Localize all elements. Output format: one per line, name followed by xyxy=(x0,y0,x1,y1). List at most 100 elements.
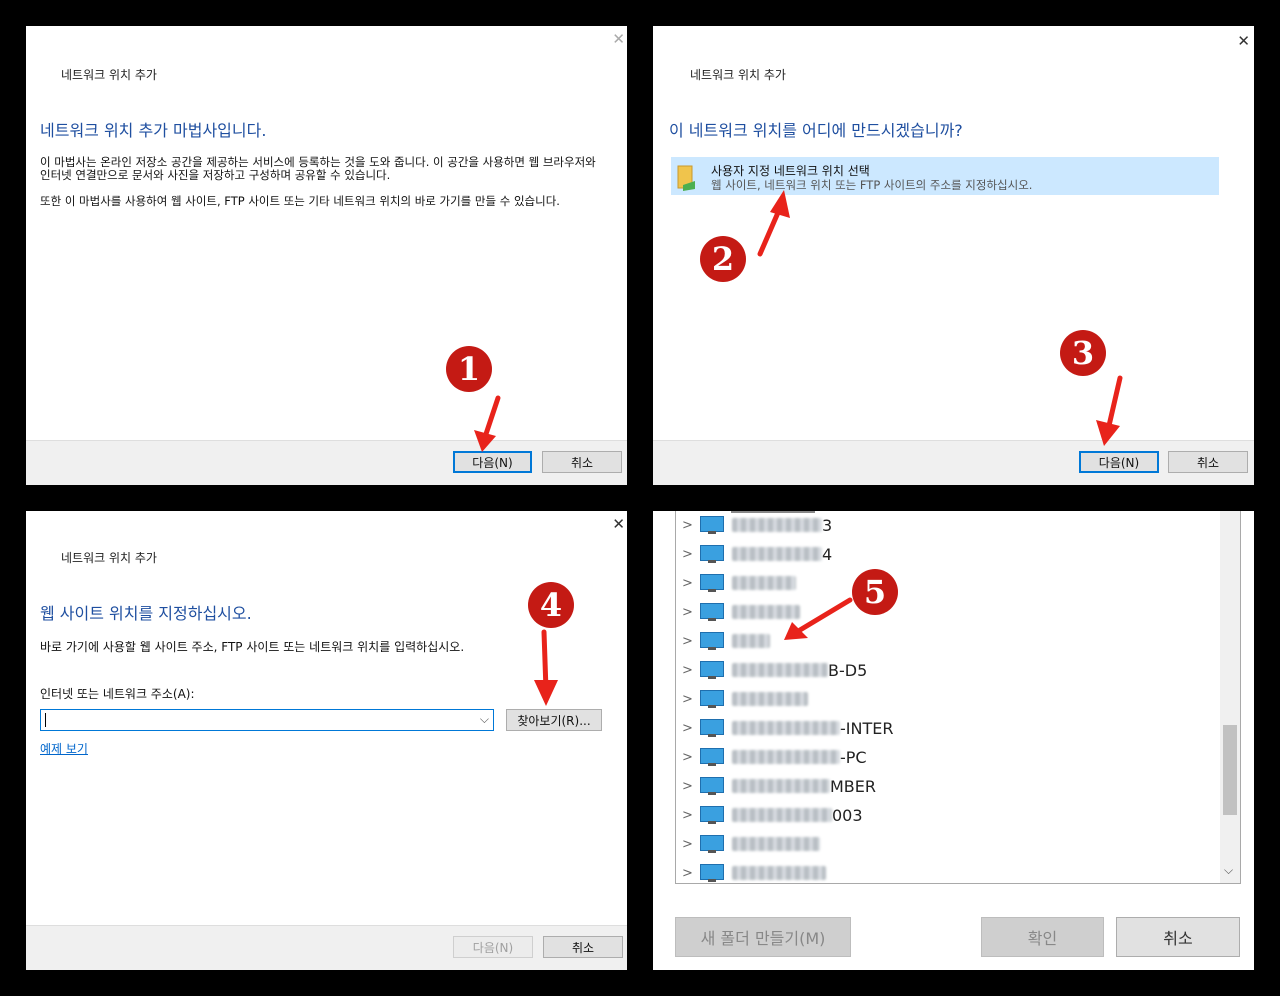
computer-icon xyxy=(700,719,724,737)
ok-button[interactable]: 확인 xyxy=(981,917,1104,957)
close-icon[interactable]: ✕ xyxy=(612,517,625,532)
tree-item[interactable]: > xyxy=(682,685,808,713)
chevron-right-icon[interactable]: > xyxy=(682,692,700,707)
computer-name-suffix: 4 xyxy=(822,544,833,564)
redacted-name xyxy=(732,547,822,561)
close-icon[interactable]: ✕ xyxy=(1237,34,1250,49)
page-heading: 이 네트워크 위치를 어디에 만드시겠습니까? xyxy=(669,121,963,140)
scrollbar-thumb[interactable] xyxy=(1223,725,1237,815)
tree-item[interactable]: > -INTER xyxy=(682,714,893,742)
window-title: 네트워크 위치 추가 xyxy=(690,68,786,82)
tree-item[interactable]: > xyxy=(682,569,796,597)
close-icon[interactable]: ✕ xyxy=(612,32,625,47)
computer-icon xyxy=(700,835,724,853)
step-marker-5: 5 xyxy=(852,569,898,615)
browse-folder-dialog: >3 >4 > > > > B-D5 > > -INTER > -PC > MBER >003 > > ⌵ 새 … xyxy=(653,511,1254,970)
new-folder-button[interactable]: 새 폴더 만들기(M) xyxy=(675,917,851,957)
computer-icon xyxy=(700,777,724,795)
tree-item[interactable]: > MBER xyxy=(682,772,876,800)
computer-icon xyxy=(700,603,724,621)
redacted-name xyxy=(732,518,822,532)
address-input[interactable] xyxy=(45,713,47,727)
redacted-name xyxy=(732,779,830,793)
chevron-right-icon[interactable]: > xyxy=(682,750,700,765)
window-title: 네트워크 위치 추가 xyxy=(61,551,157,565)
redacted-name xyxy=(732,721,840,735)
chevron-right-icon[interactable]: > xyxy=(682,837,700,852)
redacted-name xyxy=(732,605,800,619)
wizard-footer: 다음(N) 취소 xyxy=(653,440,1254,485)
redacted-name xyxy=(732,750,840,764)
computer-icon xyxy=(700,574,724,592)
computer-name-suffix: B-D5 xyxy=(828,660,868,680)
browse-button[interactable]: 찾아보기(R)... xyxy=(506,709,602,731)
redacted-name xyxy=(732,576,796,590)
computer-name-suffix: 3 xyxy=(822,515,833,535)
chevron-right-icon[interactable]: > xyxy=(682,518,700,533)
computer-name-suffix: -INTER xyxy=(840,718,894,738)
chevron-right-icon[interactable]: > xyxy=(682,808,700,823)
redacted-name xyxy=(732,692,808,706)
address-combobox[interactable]: ⌵ xyxy=(40,709,494,731)
page-heading: 웹 사이트 위치를 지정하십시오. xyxy=(40,604,252,623)
tree-item[interactable]: > xyxy=(682,598,800,626)
tree-item[interactable]: > xyxy=(682,627,770,655)
folder-tree[interactable]: >3 >4 > > > > B-D5 > > -INTER > -PC > MBER >003 > > ⌵ xyxy=(675,511,1241,884)
chevron-right-icon[interactable]: > xyxy=(682,663,700,678)
instruction-text: 바로 가기에 사용할 웹 사이트 주소, FTP 사이트 또는 네트워크 위치를… xyxy=(40,641,465,654)
scroll-down-icon[interactable]: ⌵ xyxy=(1224,863,1233,878)
computer-icon xyxy=(700,806,724,824)
tree-item[interactable]: >4 xyxy=(682,540,832,568)
chevron-right-icon[interactable]: > xyxy=(682,779,700,794)
address-label: 인터넷 또는 네트워크 주소(A): xyxy=(40,687,195,701)
computer-icon xyxy=(700,545,724,563)
chevron-right-icon[interactable]: > xyxy=(682,547,700,562)
step-marker-1: 1 xyxy=(446,346,492,392)
tree-item[interactable]: >3 xyxy=(682,511,832,539)
cancel-button[interactable]: 취소 xyxy=(543,936,623,958)
cancel-button[interactable]: 취소 xyxy=(1116,917,1240,957)
chevron-right-icon[interactable]: > xyxy=(682,721,700,736)
tree-item[interactable]: > xyxy=(682,859,826,883)
window-title: 네트워크 위치 추가 xyxy=(61,68,157,82)
chevron-right-icon[interactable]: > xyxy=(682,866,700,881)
scroll-edge xyxy=(731,511,815,513)
tree-item[interactable]: > B-D5 xyxy=(682,656,867,684)
chevron-down-icon[interactable]: ⌵ xyxy=(480,712,489,727)
redacted-name xyxy=(732,866,826,880)
custom-location-option[interactable]: 사용자 지정 네트워크 위치 선택 웹 사이트, 네트워크 위치 또는 FTP … xyxy=(671,157,1219,195)
chevron-right-icon[interactable]: > xyxy=(682,605,700,620)
tree-item[interactable]: > xyxy=(682,830,820,858)
computer-name-suffix: -PC xyxy=(840,747,867,767)
step-marker-2: 2 xyxy=(700,236,746,282)
wizard-footer: 다음(N) 취소 xyxy=(26,440,627,485)
chevron-right-icon[interactable]: > xyxy=(682,634,700,649)
computer-icon xyxy=(700,516,724,534)
folder-icon xyxy=(677,165,695,191)
computer-icon xyxy=(700,748,724,766)
wizard-footer: 다음(N) 취소 xyxy=(26,925,627,970)
wizard-panel-address: ✕ 네트워크 위치 추가 웹 사이트 위치를 지정하십시오. 바로 가기에 사용… xyxy=(26,511,627,970)
computer-icon xyxy=(700,864,724,882)
scrollbar[interactable]: ⌵ xyxy=(1220,511,1240,883)
next-button[interactable]: 다음(N) xyxy=(453,451,532,473)
step-marker-3: 3 xyxy=(1060,330,1106,376)
computer-name-suffix: MBER xyxy=(830,776,877,796)
tree-item[interactable]: >003 xyxy=(682,801,863,829)
wizard-panel-intro: ✕ 네트워크 위치 추가 네트워크 위치 추가 마법사입니다. 이 마법사는 온… xyxy=(26,26,627,485)
page-heading: 네트워크 위치 추가 마법사입니다. xyxy=(40,121,267,140)
chevron-right-icon[interactable]: > xyxy=(682,576,700,591)
shortcut-paragraph: 또한 이 마법사를 사용하여 웹 사이트, FTP 사이트 또는 기타 네트워크… xyxy=(40,194,560,208)
redacted-name xyxy=(732,837,820,851)
computer-icon xyxy=(700,632,724,650)
computer-icon xyxy=(700,661,724,679)
cancel-button[interactable]: 취소 xyxy=(542,451,622,473)
cancel-button[interactable]: 취소 xyxy=(1168,451,1248,473)
computer-name-suffix: 003 xyxy=(832,805,863,825)
next-button[interactable]: 다음(N) xyxy=(453,936,533,958)
tree-item[interactable]: > -PC xyxy=(682,743,867,771)
next-button[interactable]: 다음(N) xyxy=(1079,451,1159,473)
computer-icon xyxy=(700,690,724,708)
intro-paragraph: 이 마법사는 온라인 저장소 공간을 제공하는 서비스에 등록하는 것을 도와 … xyxy=(40,155,596,182)
examples-link[interactable]: 예제 보기 xyxy=(40,740,88,757)
